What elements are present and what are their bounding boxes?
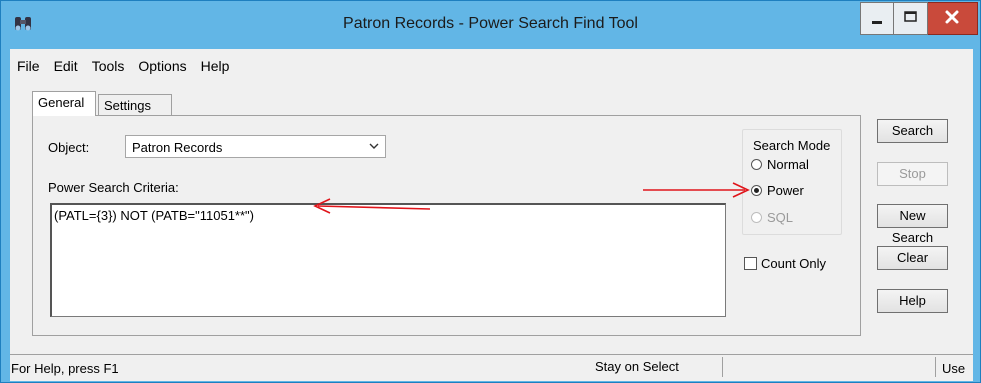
tab-settings[interactable]: Settings — [98, 94, 172, 115]
minimize-button[interactable] — [860, 2, 894, 35]
menu-edit[interactable]: Edit — [47, 54, 85, 76]
tab-general[interactable]: General — [32, 91, 96, 116]
clear-button[interactable]: Clear — [877, 246, 948, 270]
radio-power-indicator — [751, 185, 762, 196]
object-select-value: Patron Records — [132, 140, 223, 155]
radio-normal-indicator — [751, 159, 762, 170]
criteria-text: (PATL={3}) NOT (PATB="11051**") — [54, 208, 254, 223]
radio-normal[interactable]: Normal — [751, 157, 809, 172]
radio-normal-label: Normal — [767, 157, 809, 172]
maximize-button[interactable] — [894, 2, 928, 35]
minimize-icon — [872, 21, 882, 24]
count-only-checkbox[interactable]: Count Only — [744, 256, 826, 271]
criteria-label: Power Search Criteria: — [48, 180, 179, 195]
status-mode-text: Stay on Select — [595, 359, 679, 374]
client-area: File Edit Tools Options Help General Set… — [10, 49, 973, 381]
chevron-down-icon — [369, 143, 379, 149]
new-search-button[interactable]: New Search — [877, 204, 948, 245]
menu-options[interactable]: Options — [131, 54, 193, 76]
radio-sql[interactable]: SQL — [751, 210, 793, 225]
radio-power-label: Power — [767, 183, 804, 198]
menu-help[interactable]: Help — [194, 54, 237, 76]
count-only-label: Count Only — [761, 256, 827, 271]
menu-tools[interactable]: Tools — [85, 54, 132, 76]
maximize-icon — [904, 11, 917, 22]
search-mode-title: Search Mode — [753, 138, 831, 153]
count-only-box — [744, 257, 757, 270]
close-button[interactable] — [928, 2, 978, 35]
search-button[interactable]: Search — [877, 119, 948, 143]
object-label: Object: — [48, 140, 90, 155]
app-window: Patron Records - Power Search Find Tool … — [0, 0, 981, 383]
radio-sql-indicator — [751, 212, 762, 223]
title-bar: Patron Records - Power Search Find Tool — [1, 1, 980, 49]
status-use-text: Use — [942, 361, 966, 376]
status-bar: For Help, press F1 Stay on Select Use — [10, 354, 973, 381]
radio-power[interactable]: Power — [751, 183, 804, 198]
object-select[interactable]: Patron Records — [125, 135, 386, 158]
stop-button[interactable]: Stop — [877, 162, 948, 186]
menu-bar: File Edit Tools Options Help — [10, 54, 236, 76]
criteria-textarea[interactable]: (PATL={3}) NOT (PATB="11051**") — [50, 203, 726, 317]
window-title: Patron Records - Power Search Find Tool — [343, 15, 638, 32]
radio-sql-label: SQL — [767, 210, 794, 225]
search-mode-group: Search Mode Normal Power SQL — [742, 129, 842, 235]
status-use-pane: Use — [935, 357, 973, 377]
close-icon — [945, 10, 959, 24]
status-help-text: For Help, press F1 — [11, 361, 119, 376]
menu-file[interactable]: File — [10, 54, 47, 76]
help-button[interactable]: Help — [877, 289, 948, 313]
